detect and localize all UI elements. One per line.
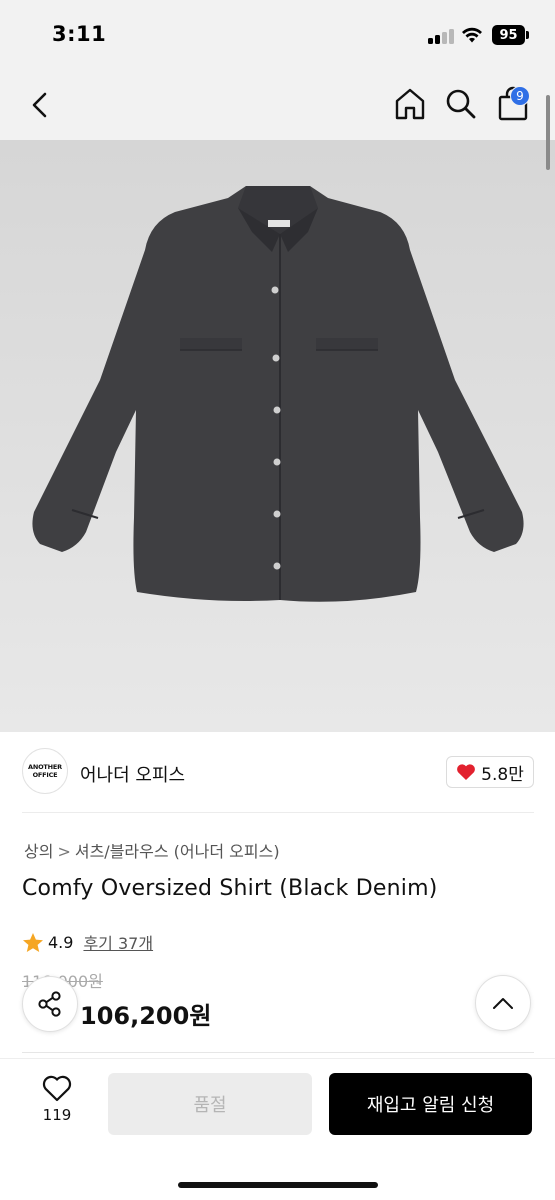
- cart-count-badge: 9: [510, 86, 530, 106]
- review-count-link[interactable]: 후기 37개: [83, 930, 153, 954]
- product-image: [0, 140, 555, 732]
- breadcrumb-subcategory[interactable]: 셔츠/블라우스: [75, 842, 169, 861]
- star-icon: [23, 932, 43, 952]
- heart-filled-icon: [457, 764, 476, 780]
- brand-like-button[interactable]: 5.8만: [446, 756, 534, 788]
- breadcrumb: 상의 > 셔츠/블라우스 (어나더 오피스): [24, 838, 280, 862]
- back-arrow-icon[interactable]: [28, 90, 52, 120]
- status-bar: 3:11 95: [0, 0, 555, 68]
- home-indicator: [178, 1182, 378, 1188]
- wifi-icon: [462, 27, 482, 43]
- brand-logo-line1: ANOTHER: [28, 763, 62, 771]
- search-icon[interactable]: [445, 88, 477, 120]
- section-divider: [22, 1052, 534, 1053]
- sale-price: 106,200원: [80, 1002, 212, 1030]
- sold-out-button: 품절: [108, 1073, 312, 1135]
- bottom-purchase-bar: 119 품절 재입고 알림 신청: [0, 1058, 555, 1200]
- status-time: 3:11: [52, 22, 107, 46]
- share-icon: [38, 991, 61, 1017]
- rating-row: 4.9 후기 37개: [22, 930, 153, 954]
- cellular-signal-icon: [428, 28, 454, 44]
- wishlist-button[interactable]: 119: [28, 1075, 86, 1135]
- wishlist-count: 119: [42, 1106, 72, 1124]
- brand-name[interactable]: 어나더 오피스: [80, 761, 185, 787]
- battery-tip: [526, 31, 529, 39]
- brand-logo-line2: OFFICE: [32, 771, 58, 779]
- home-icon[interactable]: [394, 87, 426, 121]
- divider: [22, 812, 534, 813]
- scroll-to-top-button[interactable]: [475, 975, 531, 1031]
- scroll-indicator: [546, 95, 550, 170]
- breadcrumb-chevron-icon: >: [57, 842, 71, 861]
- brand-logo[interactable]: ANOTHER OFFICE: [22, 748, 68, 794]
- brand-row: ANOTHER OFFICE 어나더 오피스 5.8만: [22, 748, 534, 798]
- restock-alert-button[interactable]: 재입고 알림 신청: [329, 1073, 532, 1135]
- breadcrumb-category[interactable]: 상의: [24, 842, 53, 861]
- product-image-gallery[interactable]: 2 / 5: [0, 140, 555, 732]
- brand-like-count: 5.8만: [481, 764, 524, 785]
- battery-icon: 95: [492, 25, 525, 45]
- chevron-up-icon: [493, 998, 513, 1009]
- product-title: Comfy Oversized Shirt (Black Denim): [22, 876, 438, 901]
- nav-bar: 9: [0, 68, 555, 140]
- breadcrumb-brand[interactable]: (어나더 오피스): [174, 842, 280, 861]
- rating-value: 4.9: [48, 932, 74, 952]
- heart-outline-icon: [42, 1075, 72, 1102]
- share-button[interactable]: [22, 976, 78, 1032]
